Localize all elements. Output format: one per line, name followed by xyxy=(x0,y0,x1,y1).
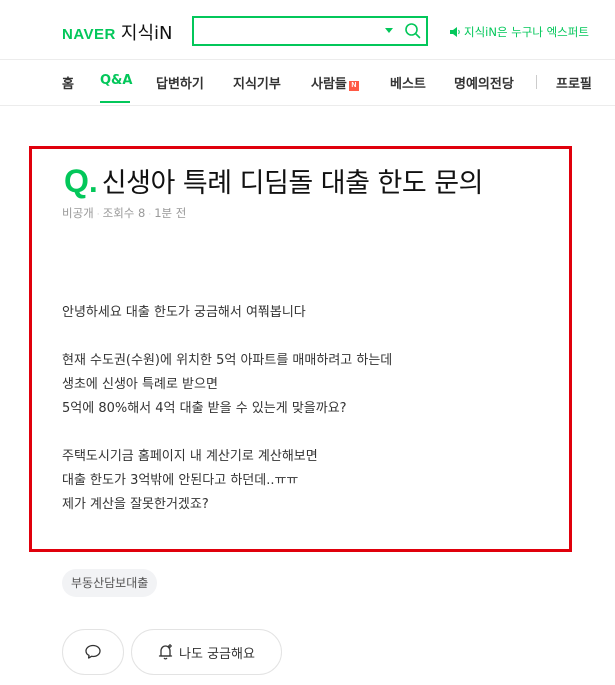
nav-people-label: 사람들 xyxy=(311,77,347,92)
meta-dot: · xyxy=(96,210,100,220)
question-body-line: 5억에 80%해서 4억 대출 받을 수 있는게 맞을까요? xyxy=(62,401,347,416)
question-title: 신생아 특례 디딤돌 대출 한도 문의 xyxy=(101,168,484,199)
me-too-curious-label: 나도 궁금해요 xyxy=(179,646,255,662)
chevron-down-icon[interactable] xyxy=(385,28,393,33)
question-body-line: 대출 한도가 3억밖에 안된다고 하던데..ㅠㅠ xyxy=(62,473,299,488)
logo-naver: NAVER xyxy=(62,26,116,43)
search-icon[interactable] xyxy=(403,21,423,41)
question-visibility: 비공개 xyxy=(62,206,94,220)
header: NAVER 지식iN 지식iN은 누구나 엑스퍼트 xyxy=(0,0,615,60)
question-body-line: 안녕하세요 대출 한도가 궁금해서 여쭤봅니다 xyxy=(62,305,306,320)
nav-people[interactable]: 사람들 N xyxy=(311,73,359,92)
logo-service: 지식iN xyxy=(120,23,173,44)
nav-hall-of-fame[interactable]: 명예의전당 xyxy=(454,73,514,92)
question-time: 1분 전 xyxy=(154,206,187,220)
promo-text: 지식iN은 누구나 엑스퍼트 xyxy=(464,25,589,39)
question-title-row: Q. 신생아 특례 디딤돌 대출 한도 문의 xyxy=(64,161,483,200)
nav-answer[interactable]: 답변하기 xyxy=(156,73,204,92)
question-meta: 비공개 · 조회수 8 · 1분 전 xyxy=(62,205,186,221)
nav-donate[interactable]: 지식기부 xyxy=(233,73,281,92)
nav-divider xyxy=(0,105,615,106)
nav-best[interactable]: 베스트 xyxy=(390,73,426,92)
search-box xyxy=(192,16,428,46)
nav-home[interactable]: 홈 xyxy=(62,73,74,92)
question-body-line: 현재 수도권(수원)에 위치한 5억 아파트를 매매하려고 하는데 xyxy=(62,353,393,368)
tag-real-estate-loan[interactable]: 부동산담보대출 xyxy=(62,569,158,597)
meta-dot: · xyxy=(148,210,152,220)
question-views: 조회수 8 xyxy=(102,206,146,220)
question-body-line: 주택도시기금 홈페이지 내 계산기로 계산해보면 xyxy=(62,449,318,464)
question-mark-icon: Q. xyxy=(64,163,98,199)
nav-qna[interactable]: Q&A xyxy=(100,73,132,88)
speaker-icon xyxy=(450,27,460,37)
me-too-curious-button[interactable]: 나도 궁금해요 xyxy=(131,629,282,675)
bell-plus-icon xyxy=(158,644,173,660)
question-body-line: 생초에 신생아 특례로 받으면 xyxy=(62,377,218,392)
new-badge: N xyxy=(348,81,359,91)
main-nav: 홈 Q&A 답변하기 지식기부 사람들 N 베스트 명예의전당 프로필 xyxy=(0,60,615,106)
comment-button[interactable] xyxy=(62,629,124,675)
question-content-highlight: Q. 신생아 특례 디딤돌 대출 한도 문의 비공개 · 조회수 8 · 1분 전 안녕… xyxy=(29,146,572,552)
expert-promo-link[interactable]: 지식iN은 누구나 엑스퍼트 xyxy=(448,24,589,40)
nav-separator xyxy=(536,75,537,89)
search-input[interactable] xyxy=(198,20,378,42)
speech-bubble-icon xyxy=(85,644,101,659)
nav-active-indicator xyxy=(100,101,130,103)
naver-kin-logo[interactable]: NAVER 지식iN xyxy=(62,19,173,45)
nav-profile[interactable]: 프로필 xyxy=(556,73,592,92)
question-body: 안녕하세요 대출 한도가 궁금해서 여쭤봅니다 현재 수도권(수원)에 위치한 … xyxy=(62,301,552,517)
question-body-line: 제가 계산을 잘못한거겠죠? xyxy=(62,497,209,512)
